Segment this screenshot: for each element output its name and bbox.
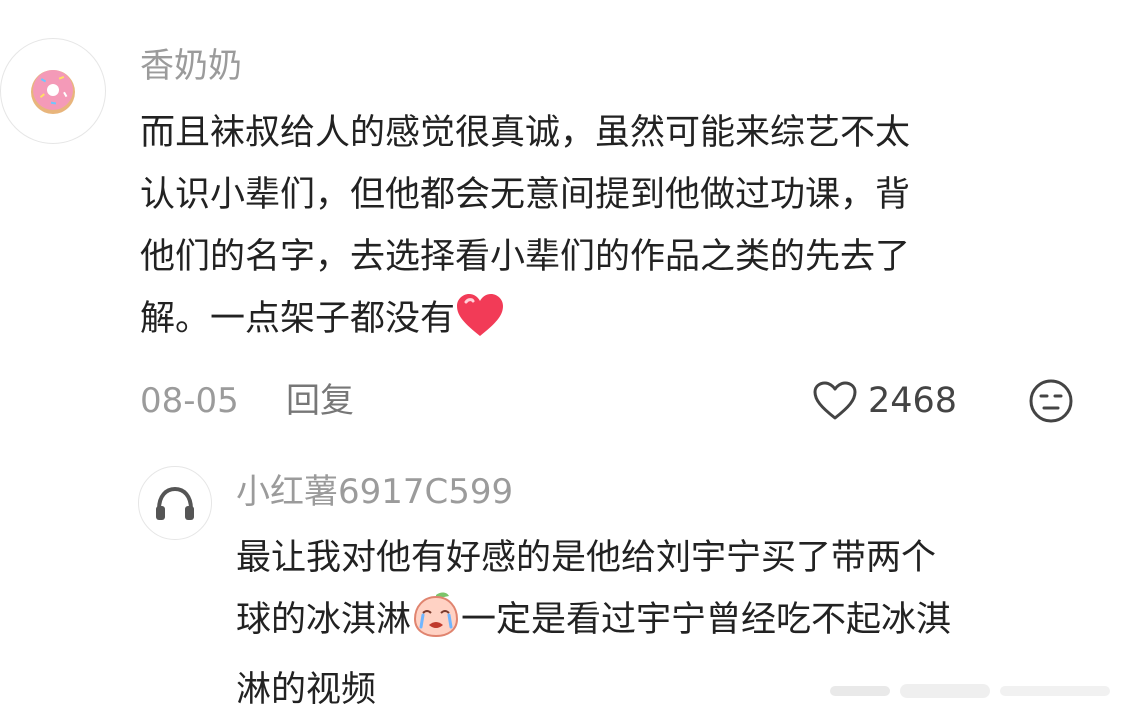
heart-outline-icon bbox=[813, 381, 857, 420]
unamused-face-icon bbox=[1029, 379, 1073, 423]
comment-line-last: 解。一点架子都没有 bbox=[140, 288, 1090, 358]
reply-line: 一定是看过宇宁曾经吃不起冰淇 bbox=[461, 600, 952, 640]
reply-user-avatar[interactable] bbox=[138, 466, 212, 540]
like-count: 2468 bbox=[868, 381, 958, 421]
watermark bbox=[830, 676, 1120, 710]
dislike-button[interactable] bbox=[1028, 378, 1074, 428]
headphones-icon bbox=[156, 486, 194, 520]
comment-line: 解。一点架子都没有 bbox=[140, 299, 456, 339]
reply-username[interactable]: 小红薯6917C599 bbox=[236, 472, 513, 512]
reply-line-with-emoji: 球的冰淇淋 一定是看过宇宁曾经吃不起冰淇 bbox=[236, 589, 1096, 659]
reply-line-prefix: 球的冰淇淋 bbox=[236, 600, 412, 640]
comment-text: 而且袜叔给人的感觉很真诚，虽然可能来综艺不太 认识小辈们，但他都会无意间提到他做… bbox=[140, 102, 1090, 358]
comment-line: 认识小辈们，但他都会无意间提到他做过功课，背 bbox=[140, 175, 911, 215]
donut-icon bbox=[31, 70, 75, 114]
reply-button[interactable]: 回复 bbox=[286, 376, 354, 426]
user-avatar[interactable] bbox=[0, 38, 106, 144]
comment-actions: 08-05 回复 2468 bbox=[140, 376, 1080, 426]
comment-line: 而且袜叔给人的感觉很真诚，虽然可能来综艺不太 bbox=[140, 113, 911, 153]
red-heart-icon bbox=[455, 292, 505, 358]
comment-line: 他们的名字，去选择看小辈们的作品之类的先去了 bbox=[140, 237, 911, 277]
reply-line: 最让我对他有好感的是他给刘宇宁买了带两个 bbox=[236, 538, 937, 578]
comment-date: 08-05 bbox=[140, 381, 239, 421]
like-button[interactable]: 2468 bbox=[812, 376, 957, 426]
username[interactable]: 香奶奶 bbox=[140, 46, 242, 86]
crying-peach-icon bbox=[411, 589, 461, 659]
